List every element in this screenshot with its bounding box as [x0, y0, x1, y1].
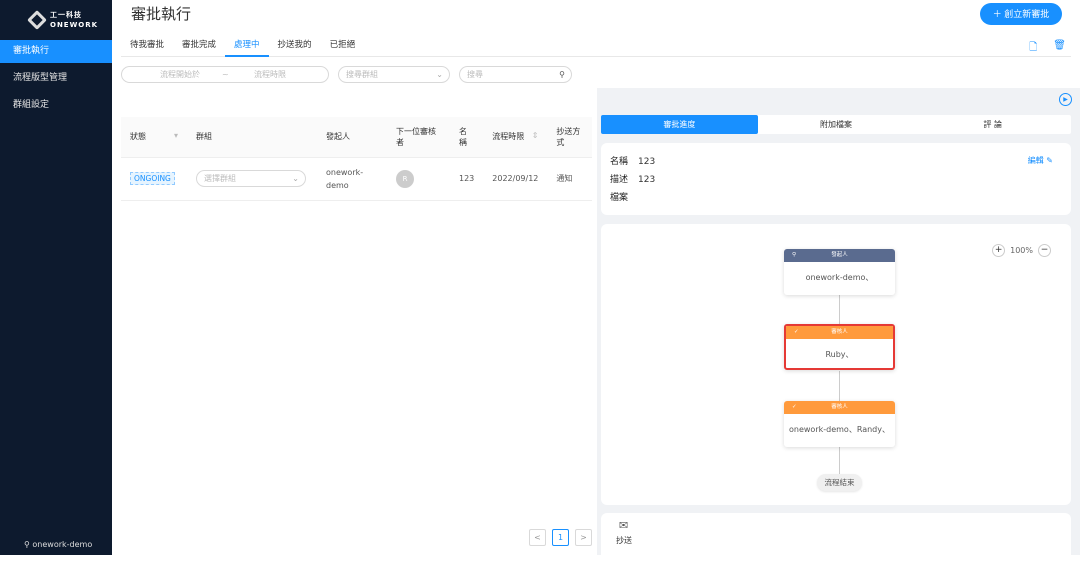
tab-rejected[interactable]: 已拒絕 [321, 37, 365, 57]
brand-en: ONEWORK [50, 21, 99, 29]
edit-button[interactable]: 編輯 ✎ [1028, 155, 1053, 166]
flow-node-reviewer-current[interactable]: ✓ 審核人 Ruby、 [784, 324, 895, 370]
cc-method: 通知 [547, 157, 592, 201]
tab-attachments[interactable]: 附加檔案 [758, 115, 915, 134]
brand-cn: 工一科技 [50, 11, 82, 19]
search-input[interactable]: 搜尋 ⚲ [459, 66, 572, 83]
file-label: 檔案 [610, 193, 629, 203]
check-icon: ✓ [792, 404, 797, 410]
flow-node-initiator[interactable]: ⚲ 發起人 onework-demo、 [784, 249, 895, 295]
col-name: 名稱 [450, 117, 484, 158]
desc-label: 描述 [610, 175, 629, 185]
tab-comments[interactable]: 評 論 [914, 115, 1071, 134]
filter-icon[interactable]: ▾ [174, 131, 178, 140]
desc-value: 123 [638, 175, 656, 185]
create-approval-button[interactable]: ＋ 創立新審批 [980, 3, 1062, 25]
cc-card: ✉ 抄送 [601, 513, 1071, 563]
col-group: 群組 [187, 117, 317, 158]
zoom-level: 100% [1010, 246, 1033, 255]
range-separator: ~ [222, 70, 229, 79]
search-icon: ⚲ [559, 70, 565, 79]
date-range-picker[interactable]: 流程開始於 ~ 流程時限 [121, 66, 329, 83]
sidebar-item-groups[interactable]: 群組設定 [0, 94, 112, 117]
sort-icon[interactable]: ⇕ [532, 131, 539, 140]
flow-end: 流程結束 [817, 474, 862, 491]
zoom-in-button[interactable]: + [992, 244, 1006, 257]
pencil-icon: ✎ [1046, 156, 1053, 165]
col-status: 狀態 ▾ [121, 117, 187, 158]
play-icon[interactable]: ▶ [1059, 93, 1072, 106]
page-title: 審批執行 [131, 5, 192, 23]
name-label: 名稱 [610, 157, 629, 167]
group-select[interactable]: 選擇群組 ⌄ [196, 170, 306, 187]
initiator: onework-demo [317, 157, 387, 201]
zoom-out-button[interactable]: − [1038, 244, 1051, 257]
plus-icon: ＋ [992, 9, 1005, 19]
status-badge: ONGOING [130, 172, 175, 185]
col-deadline[interactable]: 流程時限 ⇕ [483, 117, 548, 158]
tab-processing[interactable]: 處理中 [225, 37, 269, 57]
logo: 工一科技 ONEWORK [27, 10, 99, 30]
logo-icon [27, 10, 47, 30]
node-people: onework-demo、Randy、 [789, 425, 890, 434]
chevron-down-icon: ⌄ [436, 70, 443, 79]
mail-icon[interactable]: ✉ [619, 519, 628, 532]
sidebar-item-templates[interactable]: 流程版型管理 [0, 67, 112, 90]
name: 123 [450, 157, 484, 201]
cc-label: 抄送 [616, 536, 632, 545]
avatar: R [396, 169, 414, 188]
info-card: 名稱 123 描述 123 檔案 編輯 ✎ [601, 143, 1071, 215]
flow-node-reviewer[interactable]: ✓ 審核人 onework-demo、Randy、 [784, 401, 895, 447]
node-people: Ruby、 [825, 350, 854, 359]
start-date-input: 流程開始於 [160, 70, 200, 79]
col-next-reviewer: 下一位審核者 [387, 117, 450, 158]
col-initiator: 發起人 [317, 117, 387, 158]
check-icon: ✓ [794, 329, 799, 335]
sidebar: 工一科技 ONEWORK 審批執行 流程版型管理 群組設定 ⚲ onework-d… [0, 0, 112, 555]
next-page-button[interactable]: > [575, 529, 592, 546]
sidebar-item-approval[interactable]: 審批執行 [0, 40, 112, 63]
group-search-select[interactable]: 搜尋群組 ⌄ [338, 66, 450, 83]
node-people: onework-demo、 [805, 273, 874, 282]
tab-cc-me[interactable]: 抄送我的 [269, 37, 321, 57]
end-date-input: 流程時限 [254, 70, 286, 79]
col-cc-method: 抄送方式 [547, 117, 592, 158]
name-value: 123 [638, 157, 656, 167]
user-icon: ⚲ [792, 252, 797, 258]
document-icon[interactable]: 🗋 [1029, 40, 1037, 57]
group-search-placeholder: 搜尋群組 [346, 70, 378, 79]
detail-panel: ▶ 審批進度 附加檔案 評 論 名稱 123 描述 123 檔案 編輯 ✎ +100… [597, 88, 1080, 563]
prev-page-button[interactable]: < [529, 529, 546, 546]
tab-completed[interactable]: 審批完成 [173, 37, 225, 57]
current-user[interactable]: ⚲ onework-demo [24, 540, 92, 549]
trash-icon[interactable]: 🗑 [1053, 40, 1066, 57]
table-row[interactable]: ONGOING 選擇群組 ⌄ onework-demo R 123 2022/09… [121, 157, 592, 201]
tab-progress[interactable]: 審批進度 [601, 115, 758, 134]
approval-table: 狀態 ▾ 群組 發起人 下一位審核者 名稱 流程時限 ⇕ 抄送方式 ONGOING … [121, 117, 592, 201]
page-1-button[interactable]: 1 [552, 529, 569, 546]
flow-card: +100% − ⚲ 發起人 onework-demo、 ✓ 審核人 Ruby、 ✓ 審核… [601, 224, 1071, 505]
search-placeholder: 搜尋 [467, 70, 483, 79]
tab-pending[interactable]: 待我審批 [121, 37, 173, 57]
chevron-down-icon: ⌄ [292, 174, 299, 183]
deadline: 2022/09/12 [483, 157, 548, 201]
